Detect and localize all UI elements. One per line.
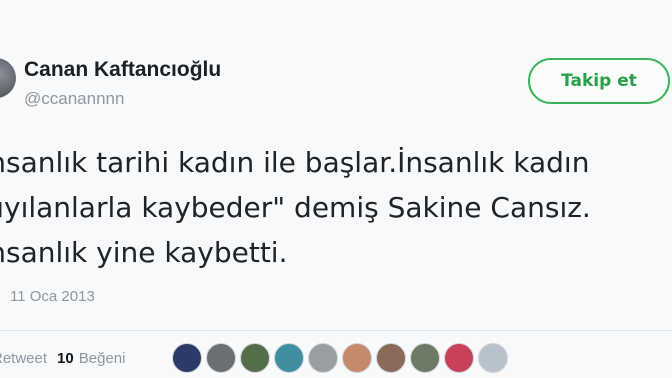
- liker-avatar-7[interactable]: [376, 343, 406, 373]
- liker-avatar-8[interactable]: [410, 343, 440, 373]
- liker-avatar-9[interactable]: [444, 343, 474, 373]
- liker-avatar-4[interactable]: [274, 343, 304, 373]
- liker-avatar-1[interactable]: [172, 343, 202, 373]
- tweet-stats: Retweet 10 Beğeni: [0, 346, 125, 370]
- tweet-text: İnsanlık tarihi kadın ile başlar.İnsanlı…: [0, 140, 672, 275]
- tweet-text-line: İnsanlık yine kaybetti.: [0, 236, 288, 269]
- tweet-timestamp[interactable]: 11 Oca 2013: [10, 288, 95, 305]
- liker-avatar-10[interactable]: [478, 343, 508, 373]
- author-avatar[interactable]: [0, 58, 16, 98]
- author-name[interactable]: Canan Kaftancıoğlu: [24, 58, 221, 82]
- likes-label[interactable]: Beğeni: [79, 350, 126, 367]
- retweet-count-label[interactable]: Retweet: [0, 350, 47, 367]
- likes-count[interactable]: 10: [57, 350, 74, 367]
- liker-avatar-5[interactable]: [308, 343, 338, 373]
- tweet-text-line: İnsanlık tarihi kadın ile başlar.İnsanlı…: [0, 146, 590, 179]
- stats-divider: [0, 330, 672, 331]
- tweet-card: Canan Kaftancıoğlu @ccanannnn Takip et İ…: [0, 0, 672, 378]
- liker-avatar-6[interactable]: [342, 343, 372, 373]
- follow-button[interactable]: Takip et: [528, 58, 670, 104]
- liker-avatar-2[interactable]: [206, 343, 236, 373]
- liker-avatars: [172, 343, 508, 373]
- author-handle[interactable]: @ccanannnn: [24, 89, 124, 109]
- tweet-text-line: kıyılanlarla kaybeder" demiş Sakine Cans…: [0, 191, 591, 224]
- liker-avatar-3[interactable]: [240, 343, 270, 373]
